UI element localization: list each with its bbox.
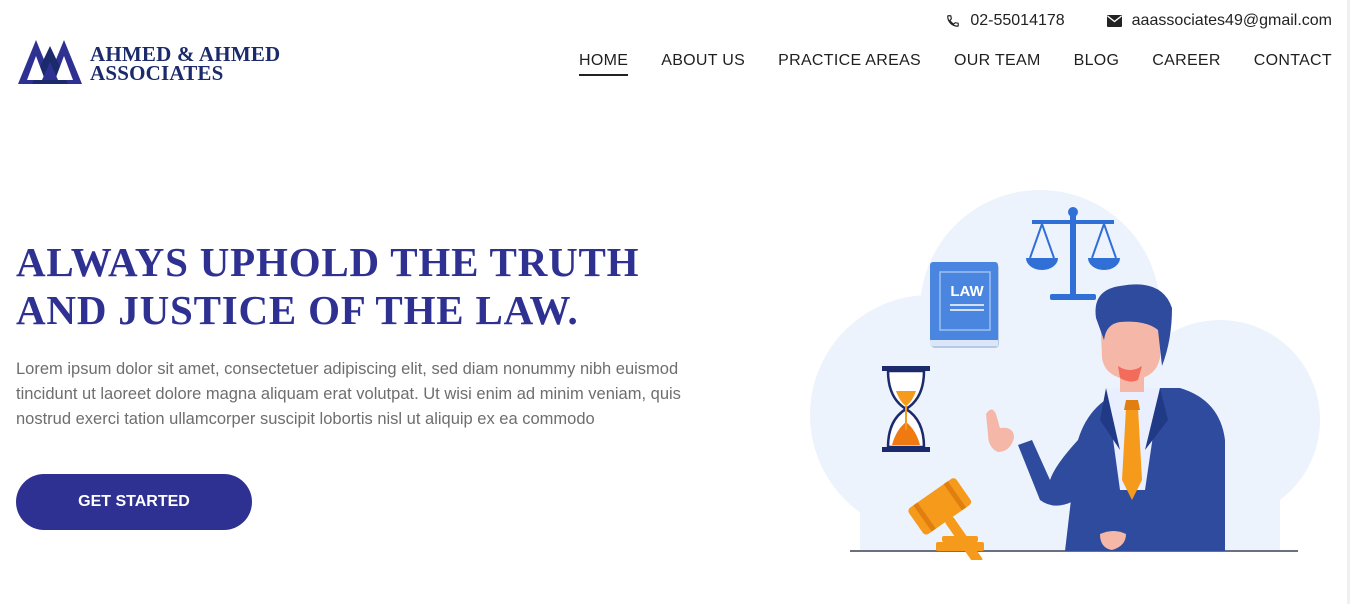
nav-career[interactable]: CAREER [1152,52,1220,76]
brand-name-line2: ASSOCIATES [90,60,224,85]
hero-illustration: LAW [800,190,1330,566]
email-contact[interactable]: aaassociates49@gmail.com [1106,12,1332,30]
nav-home[interactable]: HOME [579,52,629,76]
hero-headline: ALWAYS UPHOLD THE TRUTH AND JUSTICE OF T… [16,238,716,334]
get-started-button[interactable]: GET STARTED [16,474,252,530]
brand-name: AHMED & AHMED ASSOCIATES [90,43,280,85]
main-nav: HOME ABOUT US PRACTICE AREAS OUR TEAM BL… [579,52,1332,76]
envelope-icon [1106,15,1122,27]
hero-headline-line2: AND JUSTICE OF THE LAW. [16,287,579,333]
nav-blog[interactable]: BLOG [1074,52,1120,76]
nav-contact[interactable]: CONTACT [1254,52,1332,76]
logo-mark-icon [16,36,84,91]
hero-description: Lorem ipsum dolor sit amet, consectetuer… [16,360,681,428]
phone-number: 02-55014178 [970,12,1065,29]
phone-contact[interactable]: 02-55014178 [946,12,1065,30]
contact-bar: 02-55014178 aaassociates49@gmail.com [946,12,1332,30]
email-address: aaassociates49@gmail.com [1131,12,1332,29]
phone-icon [946,14,960,28]
nav-practice-areas[interactable]: PRACTICE AREAS [778,52,921,76]
law-book-label: LAW [950,283,984,300]
nav-about-us[interactable]: ABOUT US [661,52,745,76]
brand-logo[interactable]: AHMED & AHMED ASSOCIATES [16,36,280,91]
nav-our-team[interactable]: OUR TEAM [954,52,1041,76]
law-book-icon: LAW [930,262,999,348]
hero-headline-line1: ALWAYS UPHOLD THE TRUTH [16,239,640,285]
